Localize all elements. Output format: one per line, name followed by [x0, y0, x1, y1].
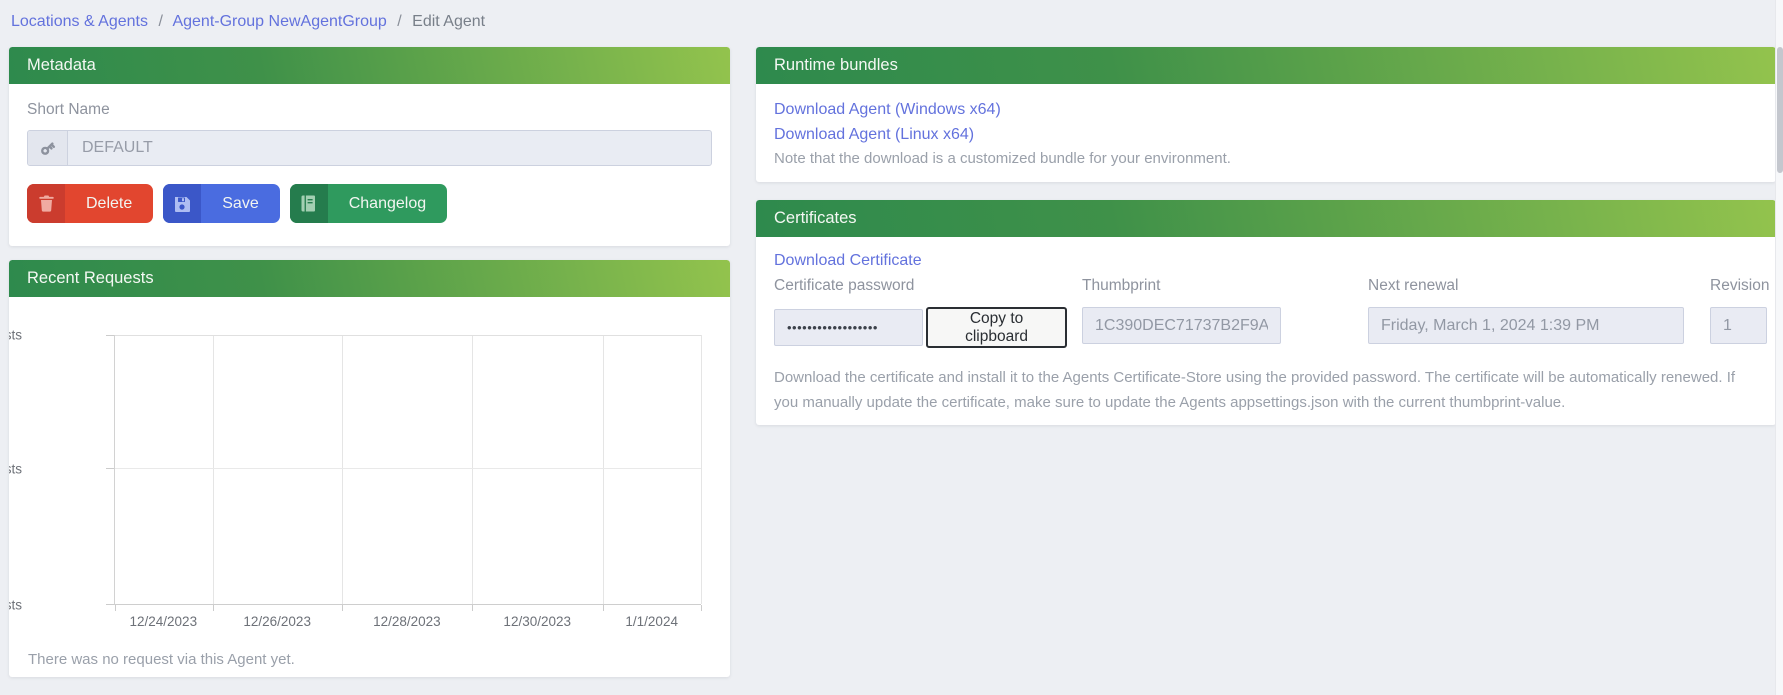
page-scrollbar-thumb[interactable]: [1777, 47, 1783, 173]
metadata-panel-title: Metadata: [9, 47, 730, 84]
breadcrumb-locations-agents[interactable]: Locations & Agents: [11, 13, 148, 30]
changelog-book-icon: [290, 184, 328, 223]
revision-label: Revision: [1710, 277, 1767, 295]
no-requests-message: There was no request via this Agent yet.: [28, 651, 730, 668]
download-agent-linux-link[interactable]: Download Agent (Linux x64): [774, 122, 1758, 147]
x-tick-label: 12/28/2023: [373, 614, 441, 629]
runtime-bundles-panel: Runtime bundles Download Agent (Windows …: [756, 47, 1776, 182]
chart-x-axis: 12/24/2023 12/26/2023 12/28/2023 12/30/2…: [114, 605, 701, 635]
short-name-input[interactable]: [68, 131, 711, 165]
trash-icon: [27, 184, 65, 223]
certificates-note: Download the certificate and install it …: [774, 365, 1758, 415]
y-tick-label: 0 requests: [9, 598, 22, 613]
next-renewal-field-group: Next renewal: [1368, 277, 1684, 344]
page-scrollbar-track[interactable]: [1775, 0, 1783, 695]
certificate-password-field-group: Certificate password •••••••••••••••••• …: [774, 277, 1067, 348]
revision-input: [1710, 307, 1767, 344]
certificates-panel-title: Certificates: [756, 200, 1776, 237]
certificate-password-masked-value: ••••••••••••••••••: [774, 309, 923, 346]
next-renewal-label: Next renewal: [1368, 277, 1684, 295]
metadata-panel: Metadata Short Name: [9, 47, 730, 246]
breadcrumb: Locations & Agents / Agent-Group NewAgen…: [0, 0, 1783, 47]
thumbprint-label: Thumbprint: [1082, 277, 1281, 295]
short-name-label: Short Name: [27, 101, 712, 119]
thumbprint-field-group: Thumbprint: [1082, 277, 1281, 344]
x-tick-label: 1/1/2024: [625, 614, 678, 629]
download-agent-windows-link[interactable]: Download Agent (Windows x64): [774, 97, 1758, 122]
x-tick-label: 12/24/2023: [130, 614, 198, 629]
y-tick-label: 1 requests: [9, 461, 22, 476]
certificate-password-label: Certificate password: [774, 277, 1067, 295]
runtime-bundles-note: Note that the download is a customized b…: [774, 150, 1758, 167]
x-tick-label: 12/30/2023: [503, 614, 571, 629]
key-icon: [28, 131, 68, 165]
save-button-label: Save: [201, 184, 279, 223]
breadcrumb-separator: /: [158, 13, 162, 30]
certificates-panel: Certificates Download Certificate Certif…: [756, 200, 1776, 425]
x-tick-label: 12/26/2023: [243, 614, 311, 629]
revision-field-group: Revision: [1710, 277, 1767, 344]
breadcrumb-current-edit-agent: Edit Agent: [412, 13, 485, 30]
short-name-input-group: [27, 130, 712, 166]
runtime-bundles-panel-title: Runtime bundles: [756, 47, 1776, 84]
next-renewal-input: [1368, 307, 1684, 344]
y-tick-label: 1 requests: [9, 328, 22, 343]
delete-button[interactable]: Delete: [27, 184, 153, 223]
delete-button-label: Delete: [65, 184, 153, 223]
changelog-button[interactable]: Changelog: [290, 184, 447, 223]
chart-plot-area: [114, 335, 701, 605]
copy-to-clipboard-button[interactable]: Copy to clipboard: [926, 307, 1067, 348]
recent-requests-panel-title: Recent Requests: [9, 260, 730, 297]
recent-requests-chart: 1 requests 1 requests 0 requests: [27, 297, 701, 635]
recent-requests-panel: Recent Requests 1 requests 1 requests 0 …: [9, 260, 730, 677]
save-floppy-icon: [163, 184, 201, 223]
breadcrumb-separator: /: [397, 13, 401, 30]
download-certificate-link[interactable]: Download Certificate: [774, 252, 922, 269]
save-button[interactable]: Save: [163, 184, 279, 223]
breadcrumb-agent-group[interactable]: Agent-Group NewAgentGroup: [172, 13, 386, 30]
changelog-button-label: Changelog: [328, 184, 447, 223]
thumbprint-input: [1082, 307, 1281, 344]
